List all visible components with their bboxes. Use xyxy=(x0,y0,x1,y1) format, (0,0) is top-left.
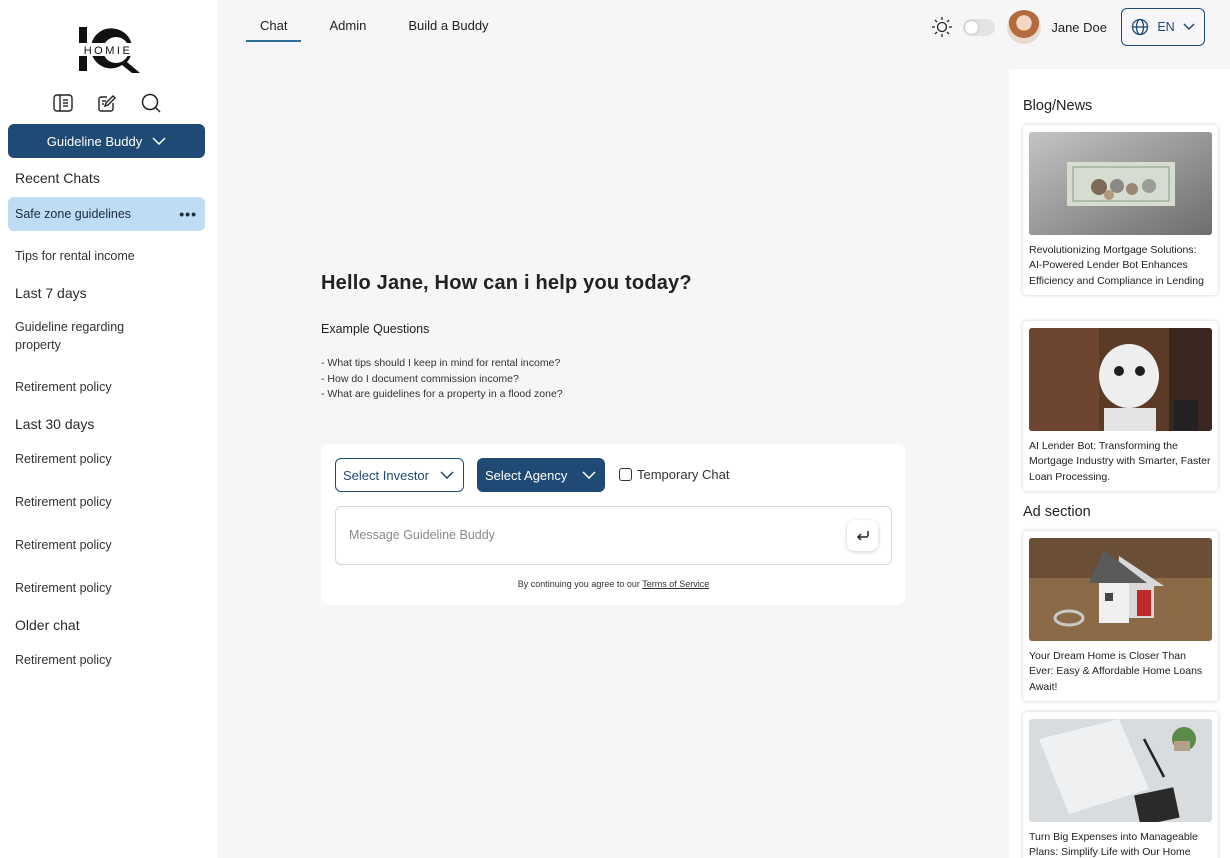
last-7-days-heading: Last 7 days xyxy=(15,285,87,301)
terms-of-service-link[interactable]: Terms of Service xyxy=(642,579,709,589)
money-image xyxy=(1029,132,1212,235)
toggle-knob xyxy=(965,20,979,34)
sun-icon[interactable] xyxy=(931,16,953,38)
chat-item-label: Safe zone guidelines xyxy=(15,207,132,221)
ad-card-text: Turn Big Expenses into Manageable Plans:… xyxy=(1029,831,1198,858)
example-question[interactable]: - What are guidelines for a property in … xyxy=(321,387,563,403)
chat-item-active[interactable]: Safe zone guidelines ••• xyxy=(8,197,205,231)
theme-toggle[interactable] xyxy=(963,18,996,36)
temporary-chat-checkbox[interactable]: Temporary Chat xyxy=(619,467,729,482)
terms-prefix: By continuing you agree to our xyxy=(517,579,640,589)
chat-item[interactable]: Retirement policy xyxy=(15,493,112,511)
ad-section-heading: Ad section xyxy=(1023,504,1091,520)
tab-admin[interactable]: Admin xyxy=(315,0,380,42)
tab-chat[interactable]: Chat xyxy=(246,0,302,42)
blog-card-text: AI Lender Bot: Transforming the Mortgage… xyxy=(1029,440,1211,483)
enter-arrow-icon xyxy=(856,530,869,541)
terms-notice: By continuing you agree to our Terms of … xyxy=(321,579,906,589)
language-selector[interactable]: EN xyxy=(1121,8,1205,46)
buddy-selector-label: Guideline Buddy xyxy=(46,133,143,149)
homie-iq-logo[interactable]: HOMIE xyxy=(76,26,140,74)
avatar[interactable] xyxy=(1007,10,1042,44)
chat-item[interactable]: Guideline regarding property xyxy=(15,318,155,354)
language-label: EN xyxy=(1157,20,1175,34)
top-nav-tabs: Chat Admin Build a Buddy xyxy=(246,0,503,44)
calculator-desk-image xyxy=(1029,719,1212,822)
greeting-heading: Hello Jane, How can i help you today? xyxy=(321,272,692,294)
search-icon[interactable] xyxy=(140,92,162,114)
buddy-selector-button[interactable]: Guideline Buddy xyxy=(8,124,205,158)
chat-item[interactable]: Tips for rental income xyxy=(15,247,135,265)
recent-chats-heading: Recent Chats xyxy=(15,170,100,186)
last-30-days-heading: Last 30 days xyxy=(15,416,95,432)
select-investor-label: Select Investor xyxy=(343,467,429,483)
select-investor-dropdown[interactable]: Select Investor xyxy=(335,458,464,492)
chevron-down-icon xyxy=(582,471,596,479)
chevron-down-icon xyxy=(152,137,166,145)
chat-item[interactable]: Retirement policy xyxy=(15,450,112,468)
chat-item[interactable]: Retirement policy xyxy=(15,378,112,396)
temporary-chat-label: Temporary Chat xyxy=(637,467,730,482)
house-keys-image xyxy=(1029,538,1212,641)
example-question[interactable]: - What tips should I keep in mind for re… xyxy=(321,356,563,372)
chat-composer: Select Investor Select Agency Temporary … xyxy=(321,444,906,605)
tab-build-a-buddy[interactable]: Build a Buddy xyxy=(394,0,502,42)
example-questions-title: Example Questions xyxy=(321,322,430,336)
header-right: Jane Doe EN xyxy=(931,8,1205,46)
ad-card[interactable]: Turn Big Expenses into Manageable Plans:… xyxy=(1023,712,1218,858)
chat-item[interactable]: Retirement policy xyxy=(15,579,112,597)
new-chat-icon[interactable] xyxy=(96,92,118,114)
send-button[interactable] xyxy=(847,520,878,551)
blog-card[interactable]: Revolutionizing Mortgage Solutions: AI-P… xyxy=(1023,125,1218,295)
svg-text:HOMIE: HOMIE xyxy=(84,45,133,57)
user-name[interactable]: Jane Doe xyxy=(1051,20,1107,35)
robot-image xyxy=(1029,328,1212,431)
message-input[interactable] xyxy=(349,528,829,542)
blog-card[interactable]: AI Lender Bot: Transforming the Mortgage… xyxy=(1023,321,1218,491)
example-question[interactable]: - How do I document commission income? xyxy=(321,372,563,388)
blog-news-heading: Blog/News xyxy=(1023,98,1093,114)
right-panel: Blog/News Revolutionizing Mortgage Solut… xyxy=(1009,69,1230,858)
blog-card-text: Revolutionizing Mortgage Solutions: AI-P… xyxy=(1029,244,1204,287)
sidebar-toolbar xyxy=(52,92,162,114)
chevron-down-icon xyxy=(1183,23,1195,31)
checkbox[interactable] xyxy=(619,468,632,481)
ad-card-text: Your Dream Home is Closer Than Ever: Eas… xyxy=(1029,650,1203,693)
select-agency-dropdown[interactable]: Select Agency xyxy=(477,458,605,492)
sidebar-toggle-icon[interactable] xyxy=(52,92,74,114)
chat-item[interactable]: Retirement policy xyxy=(15,651,112,669)
message-box xyxy=(335,506,892,565)
ad-card[interactable]: Your Dream Home is Closer Than Ever: Eas… xyxy=(1023,531,1218,701)
select-agency-label: Select Agency xyxy=(485,467,568,483)
older-chat-heading: Older chat xyxy=(15,617,80,633)
more-options-icon[interactable]: ••• xyxy=(179,206,197,222)
chat-item[interactable]: Retirement policy xyxy=(15,536,112,554)
globe-icon xyxy=(1132,18,1149,36)
sidebar: HOMIE Guideline Buddy Recent Chats Safe … xyxy=(0,0,218,858)
chevron-down-icon xyxy=(440,471,454,479)
example-questions-list: - What tips should I keep in mind for re… xyxy=(321,356,563,403)
